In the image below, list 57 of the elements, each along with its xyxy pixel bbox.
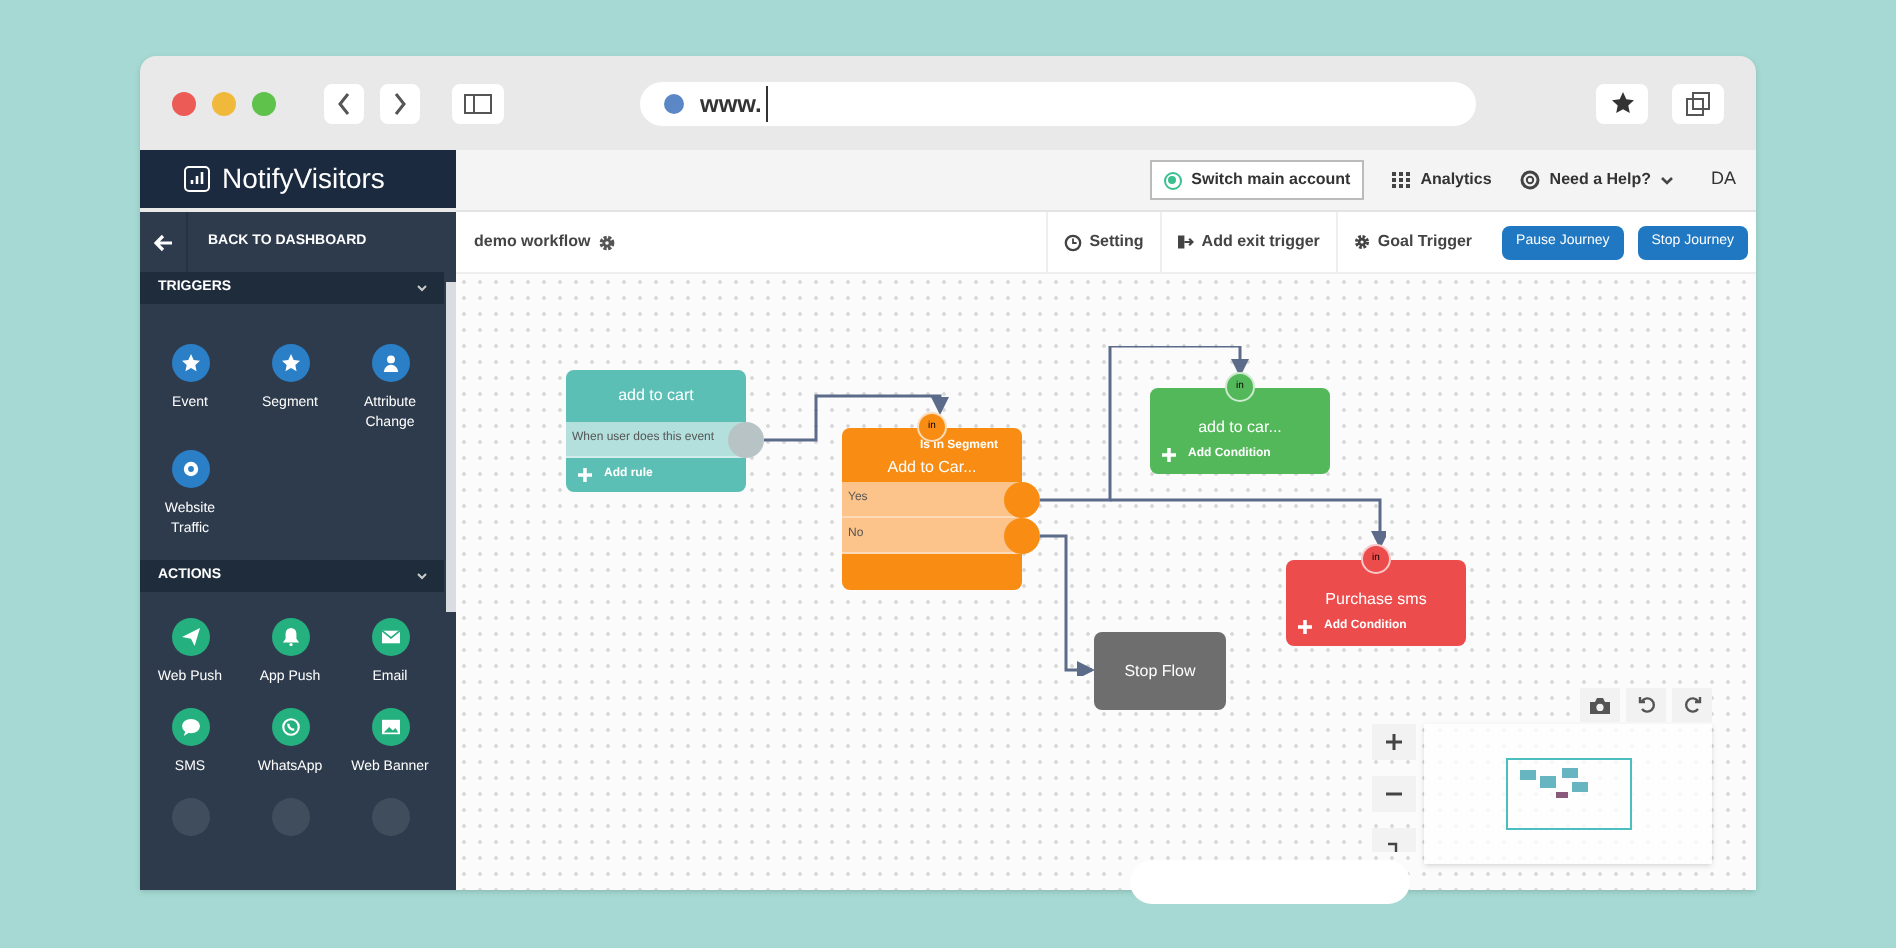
scrollbar[interactable] <box>446 282 456 612</box>
help-button[interactable]: Need a Help? <box>1519 168 1675 192</box>
plus-icon <box>1162 448 1176 462</box>
forward-chevron-icon <box>392 91 408 115</box>
left-arrow-icon <box>153 233 173 251</box>
lifebuoy-icon <box>1519 170 1540 190</box>
grid-icon <box>1392 172 1411 188</box>
zoom-out-button[interactable] <box>1372 776 1416 812</box>
user-initials[interactable]: DA <box>1710 166 1736 194</box>
node-title: Add to Car... <box>885 456 979 480</box>
node-title: Stop Flow <box>1124 659 1196 683</box>
switch-account-button[interactable]: Switch main account <box>1149 160 1365 200</box>
zoom-in-button[interactable] <box>1372 724 1416 760</box>
star-icon <box>1611 92 1633 114</box>
logo-text: NotifyVisitors <box>222 160 385 198</box>
camera-button[interactable] <box>1580 688 1620 722</box>
settings-icon[interactable] <box>598 233 617 251</box>
sidebar-toggle-button[interactable] <box>452 83 504 123</box>
redo-icon <box>1683 696 1701 714</box>
stop-node[interactable]: Stop Flow <box>1094 632 1226 710</box>
bookmark-button[interactable] <box>1596 83 1648 123</box>
camera-icon <box>1590 697 1610 713</box>
toolbar-button[interactable]: Goal Trigger <box>1335 212 1489 272</box>
toolbar-button[interactable]: Add exit trigger <box>1159 212 1336 272</box>
node-title: add to car... <box>1196 416 1284 440</box>
clock-icon <box>1063 233 1082 251</box>
sidebar-icon <box>464 93 492 113</box>
minimap-drawing <box>1505 758 1631 830</box>
plus-icon <box>1298 620 1312 634</box>
forward-button[interactable] <box>380 83 420 123</box>
address-bar[interactable]: www. <box>640 81 1476 125</box>
chevron-down-icon <box>416 572 428 580</box>
connector-arrow <box>1040 534 1095 676</box>
minus-icon <box>1386 792 1402 796</box>
chart-logo-icon <box>184 166 210 192</box>
plus-icon <box>578 468 592 482</box>
rotate-icon <box>1388 842 1400 852</box>
url-text: www. <box>700 85 768 121</box>
back-button[interactable] <box>324 83 364 123</box>
gear-icon <box>1353 234 1370 250</box>
chevron-down-icon <box>416 284 428 292</box>
chevron-down-icon <box>1660 175 1675 185</box>
undo-button[interactable] <box>1626 688 1666 722</box>
undo-icon <box>1637 696 1655 714</box>
toolbar-button[interactable]: Setting <box>1045 212 1160 272</box>
node-title: add to cart <box>616 384 696 408</box>
exit-icon <box>1177 234 1194 250</box>
tabs-icon <box>1686 91 1710 115</box>
back-chevron-icon <box>336 91 352 115</box>
plus-icon <box>1386 734 1402 750</box>
analytics-button[interactable]: Analytics <box>1392 168 1492 192</box>
redo-button[interactable] <box>1672 688 1712 722</box>
radio-icon <box>1163 171 1182 189</box>
fit-button[interactable] <box>1372 828 1416 852</box>
node-title: Purchase sms <box>1323 588 1429 612</box>
workflow-name: demo workflow <box>474 230 591 254</box>
tabs-button[interactable] <box>1672 83 1724 123</box>
